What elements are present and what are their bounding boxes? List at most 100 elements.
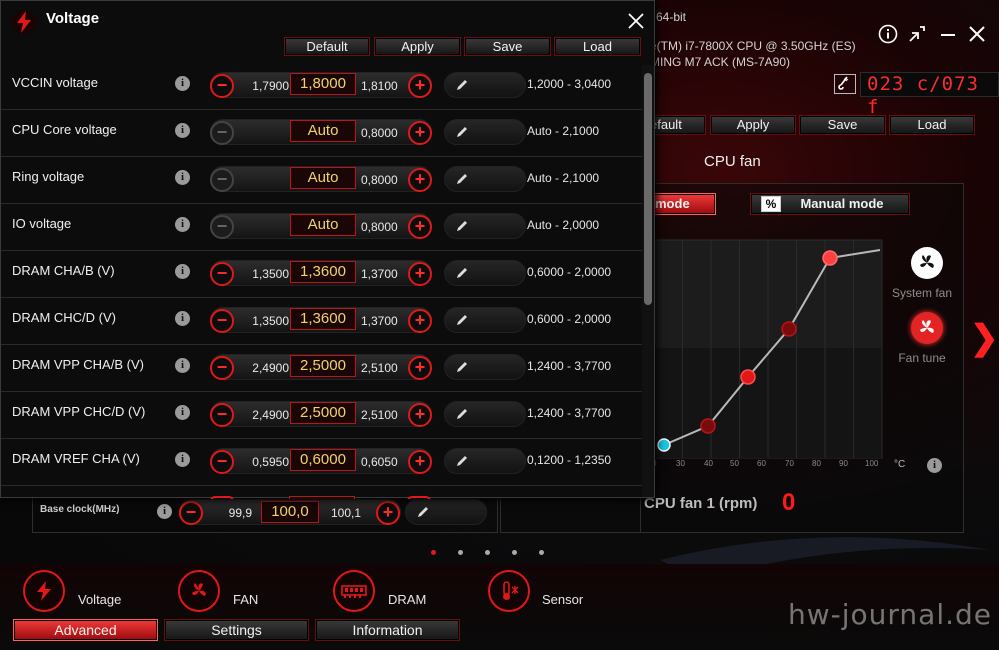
voltage-minus-button[interactable]: − xyxy=(210,450,234,474)
voltage-plus-button[interactable]: + xyxy=(408,215,432,239)
voltage-save-button[interactable]: Save xyxy=(464,37,551,56)
base-clock-minus-button[interactable]: − xyxy=(179,501,203,525)
voltage-current-value[interactable]: 1,8000 xyxy=(290,73,356,95)
fan-curve-point[interactable] xyxy=(781,321,797,337)
voltage-minus-button[interactable]: − xyxy=(210,262,234,286)
voltage-default-button[interactable]: Default xyxy=(284,37,370,56)
voltage-edit-button[interactable] xyxy=(444,448,526,474)
voltage-current-value[interactable]: 2,5000 xyxy=(290,355,356,377)
voltage-edit-button[interactable] xyxy=(444,166,526,192)
voltage-info-icon[interactable]: i xyxy=(175,264,190,279)
voltage-current-value[interactable]: Auto xyxy=(290,167,356,189)
base-clock-slider[interactable]: − 99,9 100,0 100,1 + xyxy=(179,499,401,525)
fan-apply-button[interactable]: Apply xyxy=(710,115,796,135)
voltage-plus-button[interactable]: + xyxy=(408,262,432,286)
voltage-info-icon[interactable]: i xyxy=(175,405,190,420)
voltage-slider[interactable]: − Auto 0,8000 + xyxy=(210,166,432,192)
voltage-minus-button[interactable]: − xyxy=(210,215,234,239)
voltage-slider[interactable]: − 1,3500 1,3600 1,3700 + xyxy=(210,260,432,286)
page-dot[interactable] xyxy=(485,550,490,555)
voltage-current-value[interactable]: 2,5000 xyxy=(290,402,356,424)
minimize-to-tray-icon[interactable] xyxy=(905,24,929,48)
voltage-plus-button[interactable]: + xyxy=(408,309,432,333)
base-clock-current[interactable]: 100,0 xyxy=(261,501,319,523)
fan-curve-point[interactable] xyxy=(700,418,716,434)
fan-info-icon[interactable]: i xyxy=(927,458,942,473)
voltage-slider[interactable]: − Auto 0,8000 + xyxy=(210,119,432,145)
voltage-nav-icon[interactable] xyxy=(23,570,65,612)
voltage-current-value[interactable]: 1,3600 xyxy=(290,308,356,330)
voltage-load-button[interactable]: Load xyxy=(554,37,641,56)
voltage-current-value[interactable]: 0,6000 xyxy=(290,449,356,471)
dram-nav-icon[interactable] xyxy=(333,570,375,612)
voltage-nav-label[interactable]: Voltage xyxy=(78,592,121,607)
tab-settings[interactable]: Settings xyxy=(164,619,309,641)
fan-curve-point[interactable] xyxy=(822,250,838,266)
base-clock-edit-button[interactable] xyxy=(405,499,487,525)
voltage-plus-button[interactable]: + xyxy=(408,74,432,98)
voltage-plus-button[interactable]: + xyxy=(408,403,432,427)
voltage-plus-button[interactable]: + xyxy=(408,121,432,145)
info-icon[interactable] xyxy=(876,24,900,48)
voltage-edit-button[interactable] xyxy=(444,213,526,239)
voltage-edit-button[interactable] xyxy=(444,119,526,145)
fan-tune-label[interactable]: Fan tune xyxy=(889,351,955,365)
voltage-plus-button[interactable]: + xyxy=(408,450,432,474)
sensor-nav-icon[interactable] xyxy=(488,570,530,612)
voltage-info-icon[interactable]: i xyxy=(175,123,190,138)
tab-information[interactable]: Information xyxy=(315,619,460,641)
voltage-info-icon[interactable]: i xyxy=(175,217,190,232)
fan-nav-label[interactable]: FAN xyxy=(233,592,258,607)
voltage-info-icon[interactable]: i xyxy=(175,452,190,467)
tab-advanced[interactable]: Advanced xyxy=(13,619,158,641)
voltage-info-icon[interactable]: i xyxy=(175,76,190,91)
voltage-apply-button[interactable]: Apply xyxy=(374,37,461,56)
voltage-minus-button[interactable]: − xyxy=(210,309,234,333)
voltage-info-icon[interactable]: i xyxy=(175,311,190,326)
voltage-info-icon[interactable]: i xyxy=(175,358,190,373)
voltage-edit-button[interactable] xyxy=(444,401,526,427)
base-clock-info-icon[interactable]: i xyxy=(157,504,172,519)
page-dot[interactable] xyxy=(458,550,463,555)
page-dot[interactable] xyxy=(539,550,544,555)
voltage-edit-button[interactable] xyxy=(444,260,526,286)
system-fan-label[interactable]: System fan xyxy=(889,286,955,300)
voltage-minus-button[interactable]: − xyxy=(210,403,234,427)
fan-tune-icon[interactable] xyxy=(911,312,943,344)
close-icon[interactable] xyxy=(965,24,989,48)
voltage-plus-button[interactable]: + xyxy=(408,168,432,192)
fan-save-button[interactable]: Save xyxy=(799,115,886,135)
fan-curve-point[interactable] xyxy=(657,438,671,452)
voltage-slider[interactable]: − 0,5950 0,6000 0,6050 + xyxy=(210,448,432,474)
voltage-current-value[interactable]: Auto xyxy=(290,120,356,142)
sensor-nav-label[interactable]: Sensor xyxy=(542,592,583,607)
minimize-icon[interactable] xyxy=(936,24,960,48)
page-dot-active[interactable] xyxy=(431,550,436,555)
page-dot[interactable] xyxy=(512,550,517,555)
voltage-slider[interactable]: − 2,4900 2,5000 2,5100 + xyxy=(210,354,432,380)
voltage-minus-button[interactable]: − xyxy=(210,356,234,380)
dram-nav-label[interactable]: DRAM xyxy=(388,592,426,607)
voltage-edit-button[interactable] xyxy=(444,307,526,333)
voltage-scroll-thumb[interactable] xyxy=(644,73,652,305)
voltage-current-value[interactable]: Auto xyxy=(290,214,356,236)
voltage-slider[interactable]: − 1,3500 1,3600 1,3700 + xyxy=(210,307,432,333)
base-clock-plus-button[interactable]: + xyxy=(376,501,400,525)
system-fan-icon[interactable] xyxy=(911,247,943,279)
voltage-plus-button[interactable]: + xyxy=(408,356,432,380)
voltage-slider[interactable]: − Auto 0,8000 + xyxy=(210,213,432,239)
fan-load-button[interactable]: Load xyxy=(889,115,975,135)
voltage-current-value[interactable]: 1,3600 xyxy=(290,261,356,283)
fan-nav-icon[interactable] xyxy=(178,570,220,612)
manual-mode-button[interactable]: % Manual mode xyxy=(750,193,910,215)
next-arrow-icon[interactable]: ❯ xyxy=(970,318,999,358)
voltage-slider[interactable]: − 1,7900 1,8000 1,8100 + xyxy=(210,72,432,98)
voltage-minus-button[interactable]: − xyxy=(210,74,234,98)
voltage-minus-button[interactable]: − xyxy=(210,168,234,192)
voltage-info-icon[interactable]: i xyxy=(175,170,190,185)
voltage-edit-button[interactable] xyxy=(444,72,526,98)
voltage-slider[interactable]: − 2,4900 2,5000 2,5100 + xyxy=(210,401,432,427)
fan-curve-graph[interactable] xyxy=(648,238,884,460)
fan-curve-point[interactable] xyxy=(740,369,756,385)
voltage-close-icon[interactable] xyxy=(627,12,645,35)
